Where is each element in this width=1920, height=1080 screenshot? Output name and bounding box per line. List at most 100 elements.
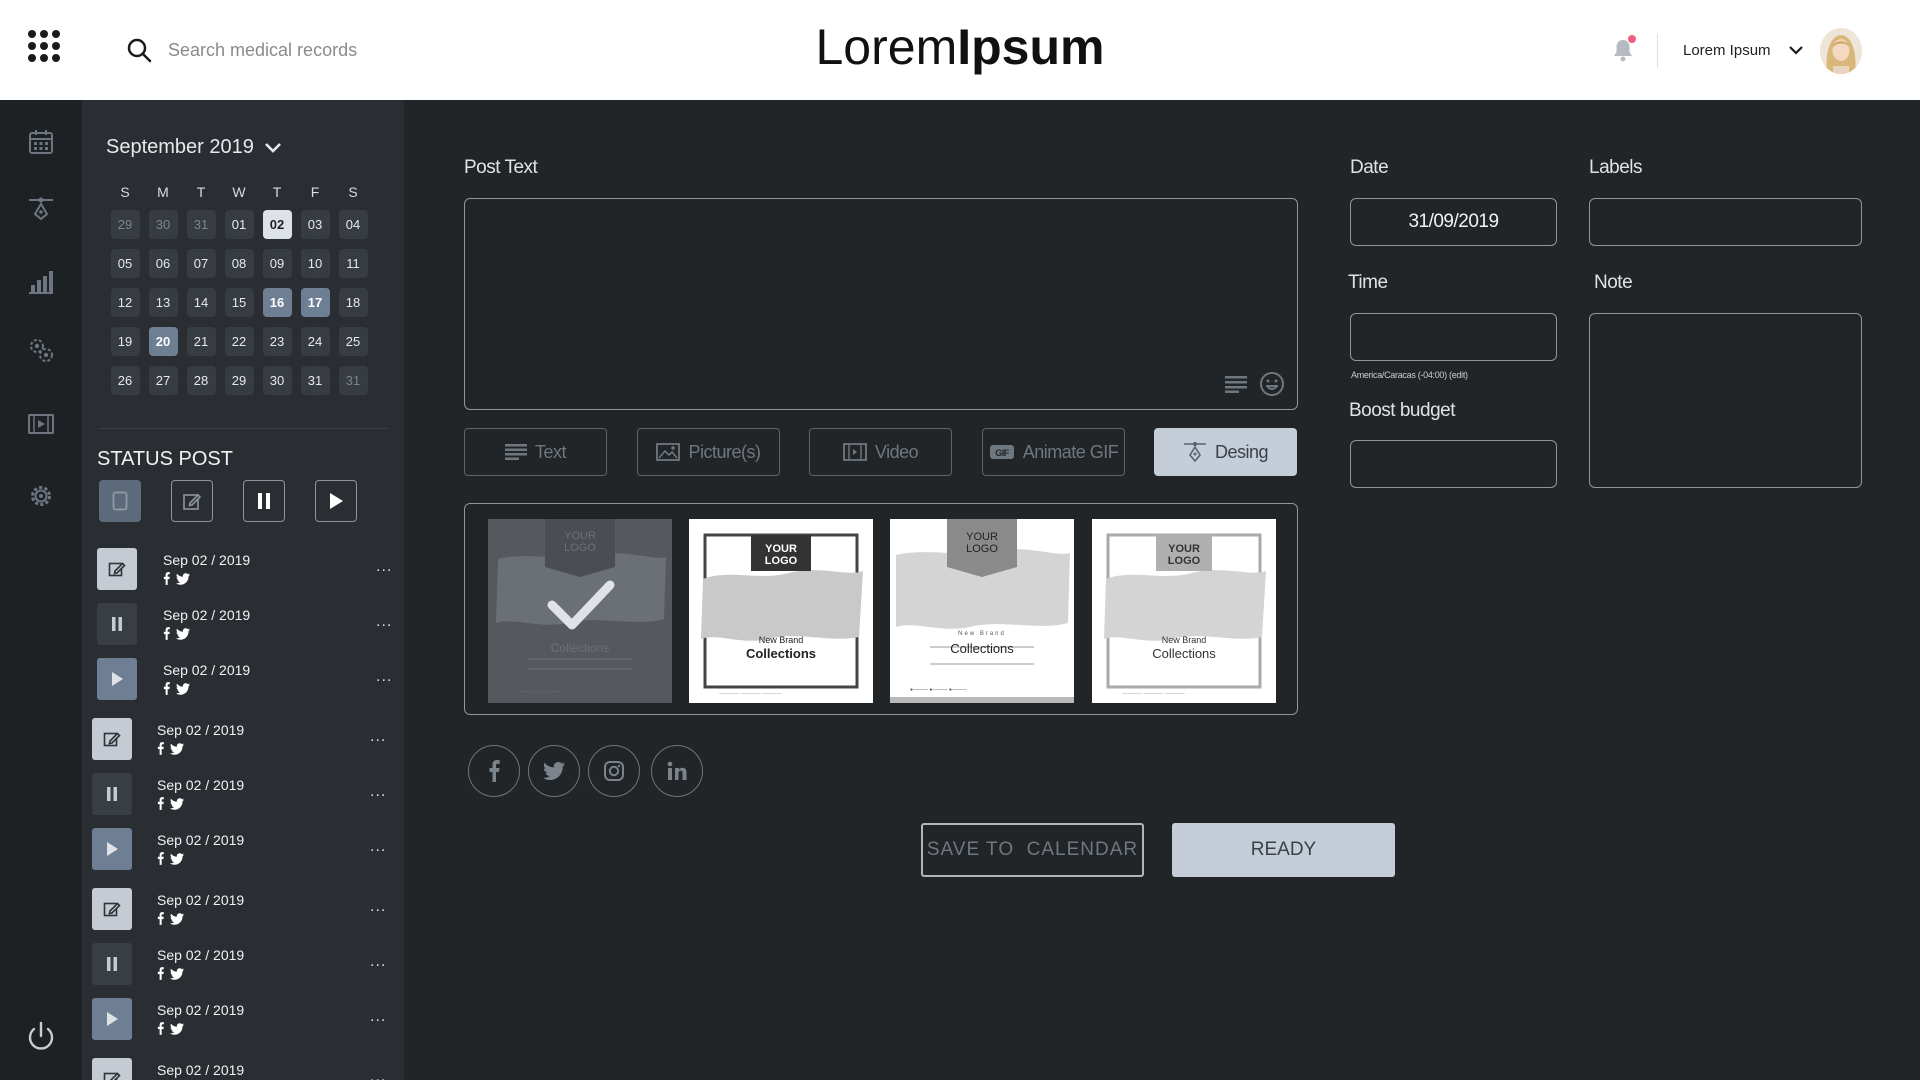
status-post-item[interactable]: Sep 02 / 2019...: [82, 828, 404, 872]
post-status-play[interactable]: [92, 828, 132, 870]
more-options-icon[interactable]: ...: [370, 728, 386, 746]
status-filter-pause[interactable]: [243, 480, 285, 522]
template-card[interactable]: ———— ———— ———— YOUR LOGO New Brand Collec…: [689, 519, 873, 703]
calendar-day[interactable]: 02: [262, 210, 292, 239]
tool-pictures-button[interactable]: Picture(s): [637, 428, 780, 476]
more-options-icon[interactable]: ...: [370, 1068, 386, 1080]
calendar-icon[interactable]: [27, 128, 55, 156]
apps-grid-icon[interactable]: [28, 30, 60, 62]
status-post-item[interactable]: Sep 02 / 2019...: [82, 603, 404, 647]
calendar-day[interactable]: 16: [262, 288, 292, 317]
twitter-button[interactable]: [528, 745, 580, 797]
calendar-day[interactable]: 07: [186, 249, 216, 278]
instagram-button[interactable]: [588, 745, 640, 797]
status-post-item[interactable]: Sep 02 / 2019...: [82, 548, 404, 592]
avatar[interactable]: [1820, 28, 1862, 74]
post-status-play[interactable]: [97, 658, 137, 700]
more-options-icon[interactable]: ...: [376, 558, 392, 576]
more-options-icon[interactable]: ...: [370, 838, 386, 856]
calendar-day[interactable]: 22: [224, 327, 254, 356]
post-status-edit[interactable]: [92, 888, 132, 930]
calendar-day[interactable]: 31: [300, 366, 330, 395]
search-input[interactable]: [168, 39, 508, 61]
post-text-input[interactable]: [464, 198, 1298, 410]
tool-design-button[interactable]: Desing: [1154, 428, 1297, 476]
calendar-day[interactable]: 13: [148, 288, 178, 317]
calendar-day[interactable]: 05: [110, 249, 140, 278]
calendar-day[interactable]: 29: [224, 366, 254, 395]
date-input[interactable]: 31/09/2019: [1350, 198, 1557, 246]
status-post-item[interactable]: Sep 02 / 2019...: [82, 658, 404, 702]
status-post-item[interactable]: Sep 02 / 2019...: [82, 998, 404, 1042]
more-options-icon[interactable]: ...: [370, 1008, 386, 1026]
calendar-day[interactable]: 11: [338, 249, 368, 278]
facebook-button[interactable]: [468, 745, 520, 797]
calendar-day[interactable]: 30: [262, 366, 292, 395]
design-tool-icon[interactable]: [27, 195, 55, 223]
labels-input[interactable]: [1589, 198, 1862, 246]
post-status-pause[interactable]: [92, 943, 132, 985]
calendar-day[interactable]: 26: [110, 366, 140, 395]
calendar-day[interactable]: 08: [224, 249, 254, 278]
month-selector[interactable]: September 2019: [106, 136, 282, 159]
status-filter-all[interactable]: [99, 480, 141, 522]
post-status-edit[interactable]: [92, 718, 132, 760]
calendar-day[interactable]: 14: [186, 288, 216, 317]
status-post-item[interactable]: Sep 02 / 2019...: [82, 718, 404, 762]
post-status-pause[interactable]: [97, 603, 137, 645]
calendar-day[interactable]: 30: [148, 210, 178, 239]
emoji-icon[interactable]: [1259, 371, 1285, 397]
post-status-edit[interactable]: [97, 548, 137, 590]
post-status-edit[interactable]: [92, 1058, 132, 1080]
calendar-day[interactable]: 21: [186, 327, 216, 356]
tool-gif-button[interactable]: GIF Animate GIF: [982, 428, 1125, 476]
calendar-day[interactable]: 01: [224, 210, 254, 239]
power-icon[interactable]: [24, 1020, 58, 1054]
calendar-day[interactable]: 27: [148, 366, 178, 395]
calendar-day[interactable]: 18: [338, 288, 368, 317]
chevron-down-icon[interactable]: [1788, 44, 1804, 56]
calendar-day[interactable]: 25: [338, 327, 368, 356]
calendar-day[interactable]: 17: [300, 288, 330, 317]
calendar-day[interactable]: 29: [110, 210, 140, 239]
gear-icon[interactable]: [27, 482, 55, 510]
calendar-day[interactable]: 15: [224, 288, 254, 317]
search-icon[interactable]: [126, 37, 152, 63]
more-options-icon[interactable]: ...: [370, 783, 386, 801]
calendar-day[interactable]: 03: [300, 210, 330, 239]
calendar-day[interactable]: 19: [110, 327, 140, 356]
status-post-item[interactable]: Sep 02 / 2019...: [82, 773, 404, 817]
video-icon[interactable]: [27, 410, 55, 438]
user-name[interactable]: Lorem Ipsum: [1683, 42, 1771, 59]
calendar-day[interactable]: 31: [338, 366, 368, 395]
post-status-pause[interactable]: [92, 773, 132, 815]
boost-budget-input[interactable]: [1350, 440, 1557, 488]
more-options-icon[interactable]: ...: [370, 898, 386, 916]
calendar-day[interactable]: 24: [300, 327, 330, 356]
calendar-day[interactable]: 12: [110, 288, 140, 317]
calendar-day[interactable]: 10: [300, 249, 330, 278]
calendar-day[interactable]: 23: [262, 327, 292, 356]
calendar-day[interactable]: 04: [338, 210, 368, 239]
status-post-item[interactable]: Sep 02 / 2019...: [82, 943, 404, 987]
tool-text-button[interactable]: Text: [464, 428, 607, 476]
tool-video-button[interactable]: Video: [809, 428, 952, 476]
bar-chart-icon[interactable]: [27, 268, 55, 296]
more-options-icon[interactable]: ...: [376, 668, 392, 686]
status-filter-edit[interactable]: [171, 480, 213, 522]
linkedin-button[interactable]: [651, 745, 703, 797]
more-options-icon[interactable]: ...: [370, 953, 386, 971]
save-to-calendar-button[interactable]: SAVE TO CALENDAR: [921, 823, 1144, 877]
post-status-play[interactable]: [92, 998, 132, 1040]
template-card[interactable]: ●——— ●——— ●——— YOUR LOGO New Brand Collec…: [890, 519, 1074, 703]
status-filter-play[interactable]: [315, 480, 357, 522]
text-format-icon[interactable]: [1225, 375, 1247, 393]
status-post-item[interactable]: Sep 02 / 2019...: [82, 888, 404, 932]
calendar-day[interactable]: 28: [186, 366, 216, 395]
calendar-day[interactable]: 09: [262, 249, 292, 278]
timezone-text[interactable]: America/Caracas (-04:00) (edit): [1351, 370, 1468, 380]
notification-bell-icon[interactable]: [1612, 35, 1636, 67]
ready-button[interactable]: READY: [1172, 823, 1395, 877]
note-input[interactable]: [1589, 313, 1862, 488]
more-options-icon[interactable]: ...: [376, 613, 392, 631]
